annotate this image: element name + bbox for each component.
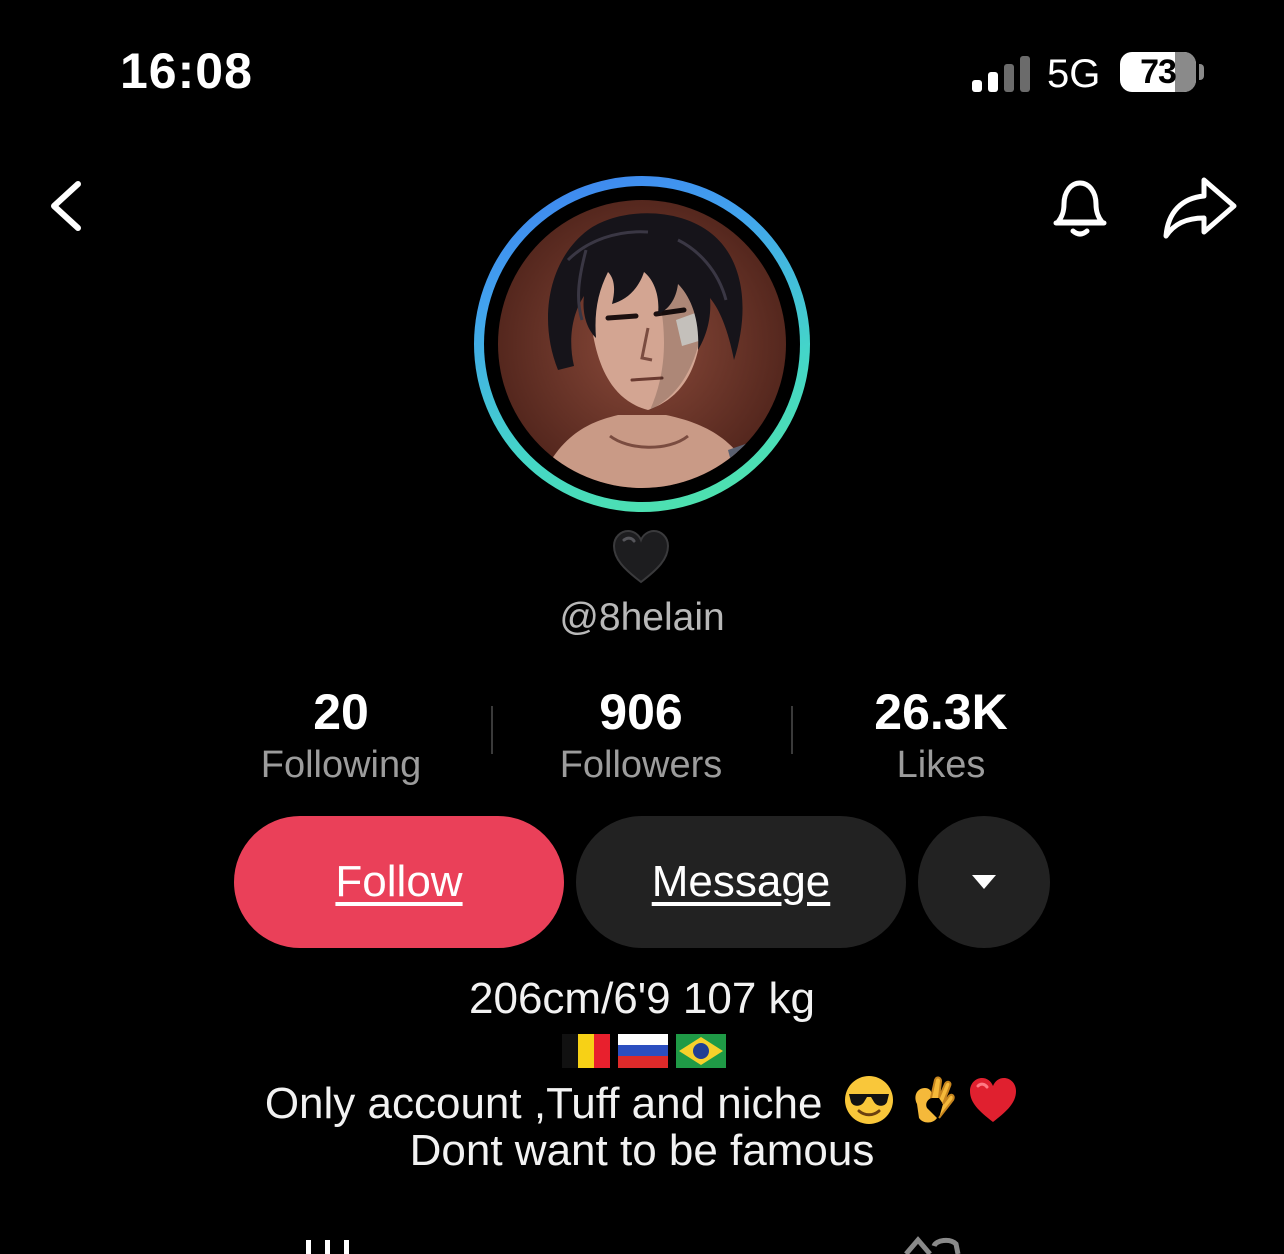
stat-likes[interactable]: 26.3K Likes <box>791 684 1091 790</box>
battery-level: 73 <box>1140 53 1177 91</box>
red-heart-emoji-icon <box>970 1078 1017 1122</box>
sunglasses-emoji-icon <box>844 1076 893 1124</box>
follow-button[interactable]: Follow <box>234 816 564 948</box>
message-button[interactable]: Message <box>576 816 906 948</box>
stat-following[interactable]: 20 Following <box>191 684 491 790</box>
avatar <box>498 200 786 488</box>
caret-down-icon <box>972 875 996 889</box>
bell-icon[interactable] <box>1044 172 1116 244</box>
chevron-left-icon[interactable] <box>40 176 96 236</box>
share-arrow-icon[interactable] <box>1160 174 1240 242</box>
stat-value: 26.3K <box>874 684 1008 740</box>
signal-strength-icon <box>972 54 1032 92</box>
belgium-flag <box>562 1034 610 1068</box>
flags-emoji-row <box>562 1034 726 1068</box>
black-heart-icon <box>612 529 670 584</box>
bio-line-4: Dont want to be famous <box>409 1126 875 1175</box>
stat-followers[interactable]: 906 Followers <box>491 684 791 790</box>
battery-icon: 73 <box>1120 52 1196 92</box>
stat-value: 906 <box>599 684 683 740</box>
avatar-story-ring[interactable] <box>474 176 810 512</box>
bio-line-3-text: Only account ,Tuff and niche <box>264 1079 823 1128</box>
stat-label: Likes <box>896 744 986 786</box>
stat-value: 20 <box>313 684 369 740</box>
more-options-button[interactable] <box>918 816 1050 948</box>
bio-line-1: 206cm/6'9 107 kg <box>469 974 815 1023</box>
status-time: 16:08 <box>120 43 253 99</box>
stat-label: Following <box>260 744 422 786</box>
battery-tip <box>1199 64 1204 80</box>
network-type: 5G <box>1047 52 1101 96</box>
grid-icon[interactable] <box>300 1236 356 1254</box>
brazil-flag <box>676 1034 726 1068</box>
russia-flag <box>618 1034 668 1068</box>
profile-screen: 16:08 5G 73 @8helain 20 Following 906 Fo… <box>0 0 1284 1254</box>
username: @8helain <box>559 596 725 639</box>
stat-label: Followers <box>559 744 723 786</box>
ok-hand-emoji-icon <box>915 1076 955 1123</box>
repost-icon[interactable] <box>900 1234 964 1254</box>
